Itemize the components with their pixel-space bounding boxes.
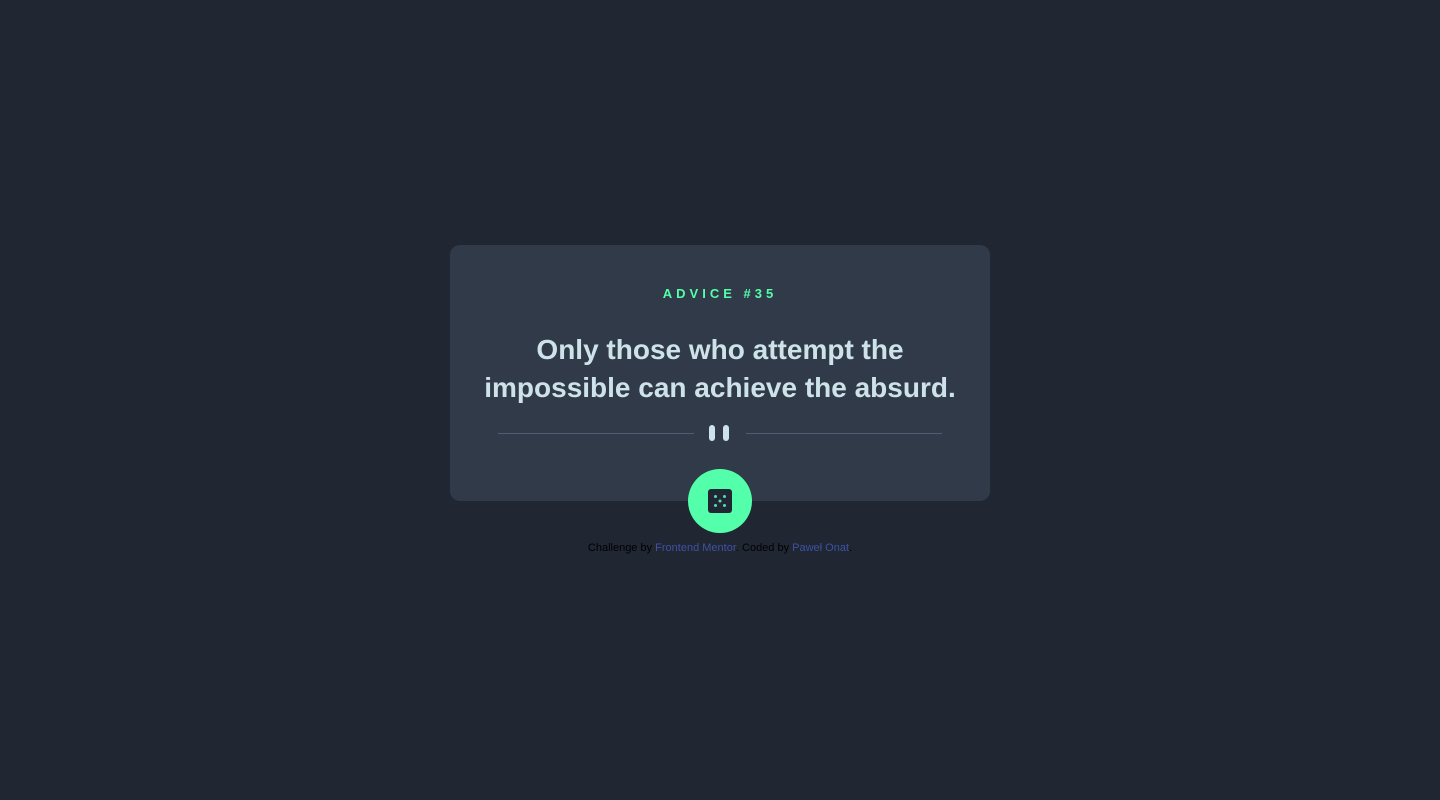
advice-card: ADVICE #35 Only those who attempt the im… — [450, 245, 990, 533]
pause-bar-right — [723, 425, 729, 441]
pause-bar-left — [709, 425, 715, 441]
frontend-mentor-link[interactable]: Frontend Mentor — [655, 542, 736, 554]
divider-line-right — [746, 433, 942, 434]
advice-id-label: ADVICE #35 — [662, 286, 778, 301]
advice-quote: Only those who attempt the impossible ca… — [484, 334, 956, 403]
pattern-divider — [498, 425, 942, 441]
attribution-prefix: Challenge by — [587, 542, 656, 554]
attribution-middle: . Coded by — [735, 542, 793, 554]
dice-icon — [708, 489, 732, 513]
attribution: Challenge by Frontend Mentor. Coded by P… — [0, 542, 1440, 554]
divider-line-left — [498, 433, 694, 434]
attribution-suffix: . — [849, 542, 853, 554]
author-link[interactable]: Paweł Onat — [792, 542, 849, 554]
pause-icon — [709, 425, 731, 441]
new-advice-button[interactable] — [688, 469, 752, 533]
